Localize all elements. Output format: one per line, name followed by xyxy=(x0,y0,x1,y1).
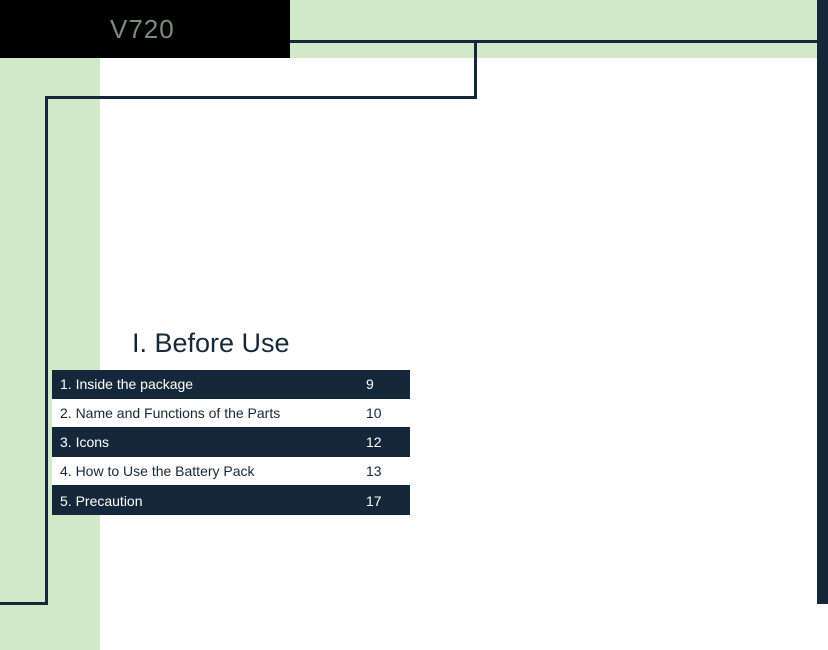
rule-left-vert xyxy=(45,96,48,604)
toc-title: 3. Icons xyxy=(52,434,360,450)
toc-row: 4. How to Use the Battery Pack 13 xyxy=(52,457,410,486)
rule-top xyxy=(290,40,828,43)
toc-row: 5. Precaution 17 xyxy=(52,486,410,515)
toc-page: 10 xyxy=(360,405,410,421)
toc-title: 5. Precaution xyxy=(52,493,360,509)
section-heading: I. Before Use xyxy=(132,328,290,359)
rule-left-stub xyxy=(0,602,48,605)
toc-page: 12 xyxy=(360,434,410,450)
toc-title: 1. Inside the package xyxy=(52,376,360,392)
toc-row: 2. Name and Functions of the Parts 10 xyxy=(52,399,410,428)
rule-bracket-horiz xyxy=(45,96,477,99)
toc-table: 1. Inside the package 9 2. Name and Func… xyxy=(52,370,410,515)
toc-page: 17 xyxy=(360,493,410,509)
model-label: V720 xyxy=(110,14,175,45)
right-edge-tab xyxy=(817,0,828,604)
toc-page: 13 xyxy=(360,463,410,479)
header-bar: V720 xyxy=(0,0,290,58)
toc-row: 3. Icons 12 xyxy=(52,428,410,457)
toc-title: 2. Name and Functions of the Parts xyxy=(52,405,360,421)
rule-bracket-vert xyxy=(474,40,477,98)
toc-page: 9 xyxy=(360,376,410,392)
toc-title: 4. How to Use the Battery Pack xyxy=(52,463,360,479)
toc-row: 1. Inside the package 9 xyxy=(52,370,410,399)
